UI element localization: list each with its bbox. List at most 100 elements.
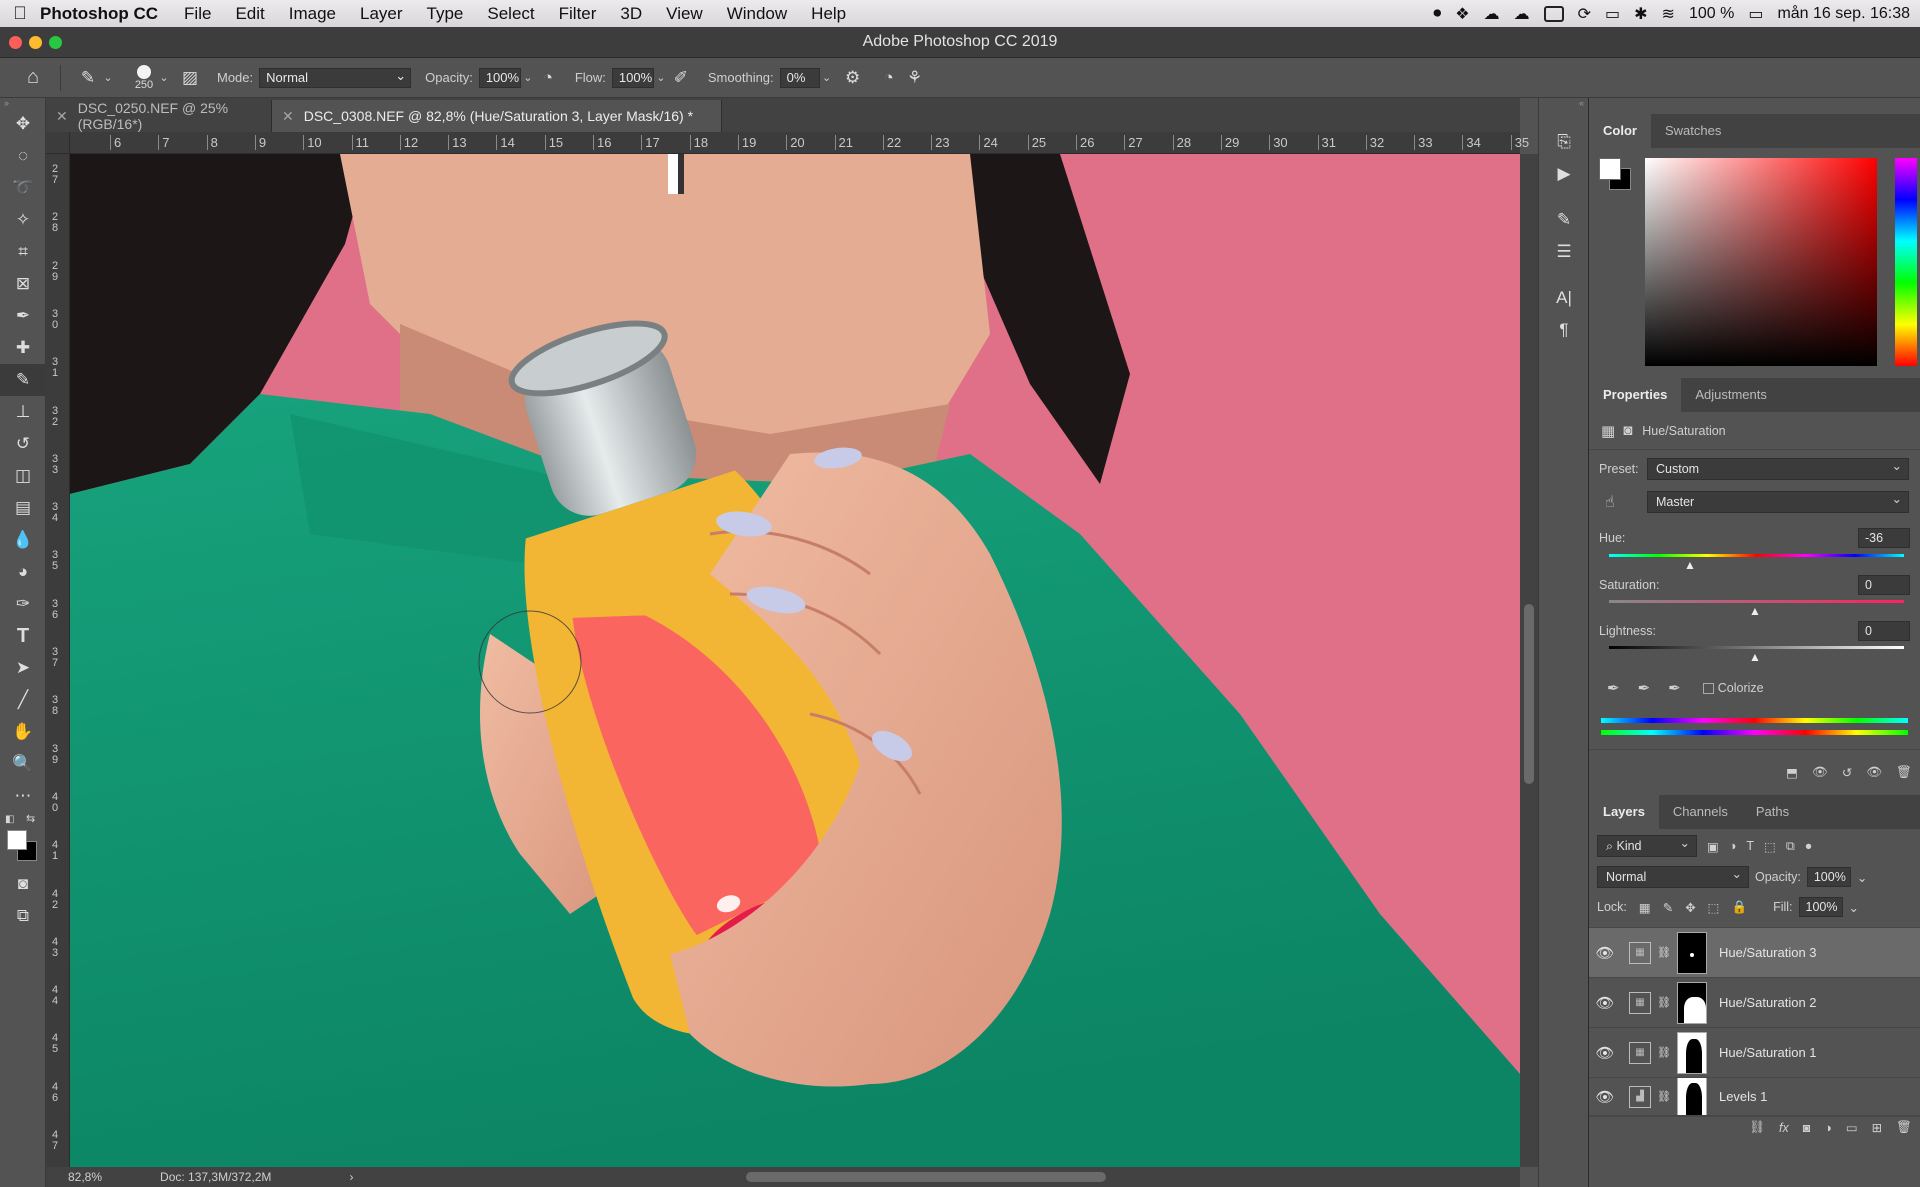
- clip-to-layer-icon[interactable]: ⬒: [1786, 765, 1798, 780]
- zoom-window-button[interactable]: [49, 36, 62, 49]
- color-field[interactable]: [1645, 158, 1877, 366]
- fill-input[interactable]: 100%: [1798, 897, 1843, 917]
- character-panel-icon[interactable]: A|: [1539, 282, 1589, 314]
- lock-transparency-icon[interactable]: ▦: [1639, 900, 1651, 915]
- menu-type[interactable]: Type: [427, 4, 464, 24]
- horizontal-ruler[interactable]: 6 7 8 9 10 11 12 13 14 15 16 17 18 19 20 21 22 23 24 25 26 27…: [70, 132, 1529, 154]
- gear-icon[interactable]: ⚙: [840, 65, 866, 91]
- zoom-tool-icon[interactable]: 🔍: [0, 748, 46, 780]
- tab-properties[interactable]: Properties: [1589, 378, 1682, 412]
- type-tool-icon[interactable]: T: [0, 620, 46, 652]
- eye-icon[interactable]: 👁: [1589, 994, 1621, 1012]
- filter-toggle-icon[interactable]: ●: [1805, 839, 1813, 853]
- trash-icon[interactable]: 🗑: [1896, 765, 1912, 780]
- history-brush-tool-icon[interactable]: ↺: [0, 428, 46, 460]
- link-icon[interactable]: ⛓: [1657, 996, 1671, 1009]
- layer-opacity-input[interactable]: 100%: [1806, 867, 1851, 887]
- tab-dsc0250[interactable]: ✕ DSC_0250.NEF @ 25% (RGB/16*): [46, 100, 272, 132]
- mask-thumbnail[interactable]: [1676, 1031, 1707, 1074]
- vertical-scrollbar[interactable]: [1520, 154, 1538, 1167]
- vertical-ruler[interactable]: 2 7 2 8 2 9 3 0 3 1 3 2 3 3 3 4 3 5 3 6 3 7 3 8 3 9 4…: [46, 154, 70, 1167]
- swap-colors-icon[interactable]: ⇆: [26, 812, 35, 825]
- layer-row[interactable]: 👁 ▟ ⛓ Levels 1: [1589, 1078, 1920, 1116]
- fx-icon[interactable]: fx: [1779, 1121, 1789, 1135]
- add-mask-icon[interactable]: ◙: [1803, 1121, 1811, 1135]
- view-previous-icon[interactable]: 👁: [1812, 765, 1828, 780]
- pen-tool-icon[interactable]: ✑: [0, 588, 46, 620]
- lightness-input[interactable]: 0: [1858, 621, 1910, 641]
- opacity-input[interactable]: 100%: [478, 67, 521, 88]
- hue-slider-handle[interactable]: ▲: [1684, 558, 1696, 572]
- move-tool-icon[interactable]: ✥: [0, 108, 46, 140]
- menu-select[interactable]: Select: [487, 4, 534, 24]
- app-menu[interactable]: Photoshop CC: [40, 4, 158, 24]
- eye-icon[interactable]: 👁: [1589, 1044, 1621, 1062]
- lock-all-icon[interactable]: 🔒: [1731, 900, 1747, 915]
- pressure-size-icon[interactable]: ◔: [876, 65, 902, 91]
- tab-adjustments[interactable]: Adjustments: [1681, 378, 1781, 412]
- lightness-slider-track[interactable]: ▲: [1599, 644, 1910, 668]
- menu-3d[interactable]: 3D: [620, 4, 642, 24]
- adjustment-layer-icon[interactable]: ▦: [1601, 422, 1615, 440]
- filter-shape-icon[interactable]: ⬚: [1764, 839, 1776, 854]
- clone-stamp-tool-icon[interactable]: ⊥: [0, 396, 46, 428]
- minimize-window-button[interactable]: [29, 36, 42, 49]
- close-tab-icon[interactable]: ✕: [282, 108, 294, 125]
- screen-mode-icon[interactable]: ⧉: [0, 900, 46, 932]
- tab-channels[interactable]: Channels: [1659, 795, 1742, 829]
- actions-panel-icon[interactable]: ▶: [1539, 158, 1589, 190]
- hand-tool-icon[interactable]: ✋: [0, 716, 46, 748]
- brush-preset-picker[interactable]: 250: [131, 64, 157, 91]
- dodge-tool-icon[interactable]: ◕: [0, 556, 46, 588]
- eyedropper-tool-icon[interactable]: ✒: [0, 300, 46, 332]
- saturation-input[interactable]: 0: [1858, 575, 1910, 595]
- line-tool-icon[interactable]: ╱: [0, 684, 46, 716]
- blend-mode-select[interactable]: Normal: [1597, 864, 1749, 888]
- new-layer-icon[interactable]: ⊞: [1872, 1120, 1882, 1135]
- filter-smart-object-icon[interactable]: ⧉: [1786, 839, 1795, 854]
- menu-help[interactable]: Help: [811, 4, 846, 24]
- collapse-arrows-icon[interactable]: «: [1539, 98, 1588, 108]
- lock-position-icon[interactable]: ✥: [1685, 900, 1695, 915]
- path-select-tool-icon[interactable]: ➤: [0, 652, 46, 684]
- chevron-down-icon[interactable]: ⌄: [820, 71, 834, 84]
- blur-tool-icon[interactable]: 💧: [0, 524, 46, 556]
- channel-select[interactable]: Master: [1647, 489, 1909, 513]
- saturation-slider-track[interactable]: ▲: [1599, 598, 1910, 618]
- creative-cloud-icon[interactable]: ☁: [1484, 4, 1500, 24]
- eye-icon[interactable]: 👁: [1589, 1088, 1621, 1106]
- marquee-tool-icon[interactable]: ◌: [0, 140, 46, 172]
- home-icon[interactable]: ⌂: [20, 65, 46, 91]
- tab-color[interactable]: Color: [1589, 114, 1651, 148]
- mode-select[interactable]: Normal ⌄: [259, 67, 412, 88]
- filter-type-icon[interactable]: T: [1746, 839, 1754, 853]
- preset-select[interactable]: Custom: [1647, 456, 1909, 480]
- zoom-level[interactable]: 82,8%: [68, 1170, 102, 1184]
- visibility-icon[interactable]: 👁: [1866, 765, 1882, 780]
- history-panel-icon[interactable]: ⎘: [1539, 126, 1589, 158]
- colorize-checkbox[interactable]: [1702, 682, 1714, 694]
- menu-layer[interactable]: Layer: [360, 4, 403, 24]
- eraser-tool-icon[interactable]: ◫: [0, 460, 46, 492]
- sync-icon[interactable]: ⟳: [1578, 4, 1591, 24]
- hue-slider-track[interactable]: ▲: [1599, 552, 1910, 572]
- battery-icon[interactable]: ▭: [1748, 4, 1763, 24]
- brush-tool-icon[interactable]: ✎: [75, 65, 101, 91]
- saturation-slider-handle[interactable]: ▲: [1749, 604, 1761, 618]
- horizontal-scroll-thumb[interactable]: [746, 1172, 1106, 1182]
- lock-artboard-icon[interactable]: ⬚: [1708, 900, 1720, 915]
- document-canvas[interactable]: [70, 154, 1520, 1167]
- airplay-icon[interactable]: ▭: [1605, 4, 1620, 24]
- eyedropper-minus-icon[interactable]: ✒: [1668, 679, 1681, 697]
- link-icon[interactable]: ⛓: [1657, 1090, 1671, 1103]
- clock[interactable]: mån 16 sep. 16:38: [1777, 5, 1910, 23]
- pressure-opacity-icon[interactable]: ◔: [535, 65, 561, 91]
- brushes-panel-icon[interactable]: ✎: [1539, 204, 1589, 236]
- menu-filter[interactable]: Filter: [559, 4, 597, 24]
- flow-input[interactable]: 100%: [611, 67, 654, 88]
- screen-icon[interactable]: [1543, 5, 1564, 22]
- link-layers-icon[interactable]: ⛓: [1749, 1120, 1765, 1135]
- chevron-down-icon[interactable]: ⌄: [521, 71, 535, 84]
- quick-select-tool-icon[interactable]: ✧: [0, 204, 46, 236]
- trash-icon[interactable]: 🗑: [1896, 1120, 1912, 1135]
